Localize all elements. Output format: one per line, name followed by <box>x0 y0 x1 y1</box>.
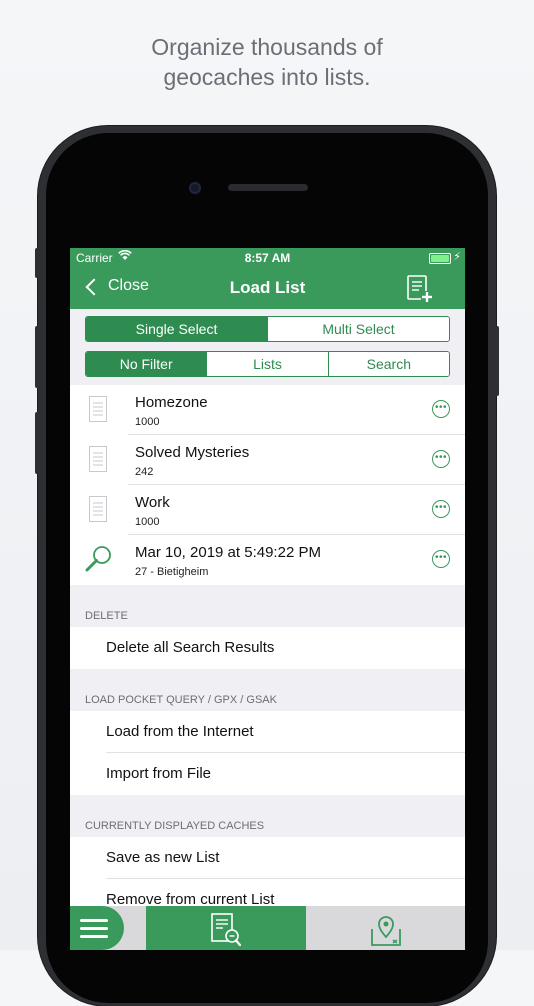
more-options-icon[interactable]: ••• <box>432 550 450 568</box>
delete-search-results-button[interactable]: Delete all Search Results <box>70 627 465 669</box>
headline-line-1: Organize thousands of <box>151 34 383 60</box>
tab-bar <box>70 906 465 950</box>
menu-tab[interactable] <box>70 906 124 950</box>
section-header-current: CURRENTLY DISPLAYED CACHES <box>85 820 265 832</box>
list-title: Solved Mysteries <box>135 444 250 461</box>
list-title: Work <box>135 494 170 511</box>
list-count: 1000 <box>135 416 160 428</box>
delete-group: Delete all Search Results <box>70 627 465 669</box>
cell-label: Load from the Internet <box>106 723 254 740</box>
multi-select-option[interactable]: Multi Select <box>267 317 449 341</box>
volume-up-button <box>35 326 39 388</box>
document-icon <box>89 396 107 422</box>
list-title: Homezone <box>135 394 208 411</box>
status-bar: Carrier 8:57 AM ⚡ <box>70 248 465 268</box>
cell-label: Import from File <box>106 765 212 782</box>
single-select-option[interactable]: Single Select <box>86 317 267 341</box>
app-screen: Carrier 8:57 AM ⚡ Close Load List Single… <box>70 248 465 950</box>
load-group: Load from the Internet Import from File <box>70 711 465 795</box>
mute-switch <box>35 248 39 278</box>
charging-bolt-icon: ⚡ <box>453 251 461 263</box>
import-from-file-button[interactable]: Import from File <box>70 753 465 795</box>
cell-label: Delete all Search Results <box>106 639 275 656</box>
list-count: 1000 <box>135 516 160 528</box>
navigation-bar: Close Load List <box>70 268 465 309</box>
search-result-title: Mar 10, 2019 at 5:49:22 PM <box>135 544 321 561</box>
front-camera-icon <box>189 182 201 194</box>
search-result-detail: 27 - Bietigheim <box>135 566 209 578</box>
list-item[interactable]: Work 1000 ••• <box>70 485 465 535</box>
list-item[interactable]: Mar 10, 2019 at 5:49:22 PM 27 - Bietighe… <box>70 535 465 585</box>
volume-down-button <box>35 412 39 474</box>
section-header-delete: DELETE <box>85 610 128 622</box>
lists-filter-option[interactable]: Lists <box>206 352 328 376</box>
clock: 8:57 AM <box>244 251 291 265</box>
marketing-headline: Organize thousands of geocaches into lis… <box>0 32 534 92</box>
menu-icon <box>80 919 108 943</box>
select-mode-control: Single Select Multi Select <box>85 316 450 342</box>
headline-line-2: geocaches into lists. <box>163 64 371 90</box>
more-options-icon[interactable]: ••• <box>432 450 450 468</box>
no-filter-option[interactable]: No Filter <box>86 352 207 376</box>
more-options-icon[interactable]: ••• <box>432 400 450 418</box>
earpiece-speaker <box>228 184 308 191</box>
battery-icon <box>429 253 451 264</box>
more-options-icon[interactable]: ••• <box>432 500 450 518</box>
cell-label: Save as new List <box>106 849 220 866</box>
document-icon <box>89 446 107 472</box>
list-item[interactable]: Homezone 1000 ••• <box>70 385 465 435</box>
load-from-internet-button[interactable]: Load from the Internet <box>70 711 465 753</box>
add-document-icon <box>407 275 433 303</box>
filter-control: No Filter Lists Search <box>85 351 450 377</box>
cache-lists: Homezone 1000 ••• Solved Mysteries 242 •… <box>70 385 465 585</box>
list-search-icon <box>211 913 242 947</box>
save-as-new-list-button[interactable]: Save as new List <box>70 837 465 879</box>
magnifier-icon <box>85 546 111 572</box>
map-pin-icon <box>371 916 401 946</box>
segment-controls: Single Select Multi Select No Filter Lis… <box>70 309 465 385</box>
page-title: Load List <box>229 278 306 297</box>
document-icon <box>89 496 107 522</box>
map-tab[interactable] <box>306 906 465 950</box>
new-list-button[interactable] <box>407 275 433 303</box>
list-item[interactable]: Solved Mysteries 242 ••• <box>70 435 465 485</box>
section-header-load: LOAD POCKET QUERY / GPX / GSAK <box>85 694 277 706</box>
list-tab[interactable] <box>146 906 306 950</box>
list-count: 242 <box>135 466 154 478</box>
power-button <box>495 326 499 396</box>
search-filter-option[interactable]: Search <box>327 352 449 376</box>
